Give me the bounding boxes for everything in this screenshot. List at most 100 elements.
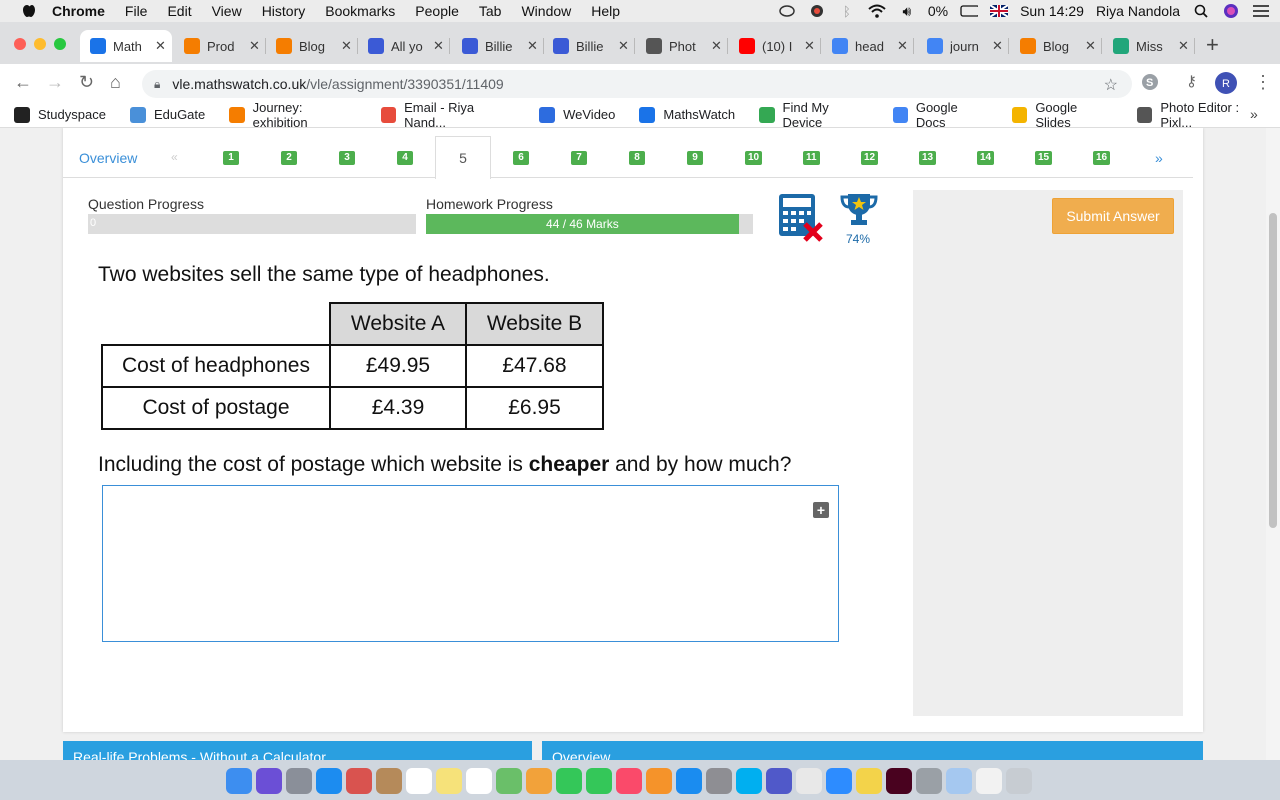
close-window-button[interactable]: [14, 38, 26, 50]
uk-flag-icon[interactable]: [990, 4, 1009, 18]
siri-icon[interactable]: [1222, 4, 1240, 18]
question-number-button[interactable]: 3: [339, 151, 355, 165]
photos-dock-icon[interactable]: [526, 768, 552, 794]
answer-input-box[interactable]: +: [102, 485, 839, 642]
bookmark-item[interactable]: Google Slides: [1011, 100, 1113, 130]
forward-arrow-icon[interactable]: →: [46, 72, 64, 93]
profile-avatar[interactable]: R: [1215, 72, 1237, 99]
page-scrollbar[interactable]: [1266, 128, 1280, 760]
menu-window[interactable]: Window: [521, 3, 571, 19]
bookmark-star-icon[interactable]: ☆: [1104, 75, 1118, 95]
address-bar[interactable]: 🔒︎ vle.mathswatch.co.uk /vle/assignment/…: [142, 70, 1132, 98]
teams-dock-icon[interactable]: [766, 768, 792, 794]
menu-view[interactable]: View: [212, 3, 242, 19]
zoom-dock-icon[interactable]: [826, 768, 852, 794]
minimize-window-button[interactable]: [34, 38, 46, 50]
menu-app-name[interactable]: Chrome: [52, 3, 105, 19]
siri-dock-icon[interactable]: [256, 768, 282, 794]
browser-tab[interactable]: Blog ✕: [266, 30, 358, 62]
stickies-dock-icon[interactable]: [856, 768, 882, 794]
browser-tab[interactable]: Miss ✕: [1103, 30, 1195, 62]
bookmarks-overflow-icon[interactable]: »: [1250, 106, 1258, 122]
maps-dock-icon[interactable]: [496, 768, 522, 794]
trash-dock-icon[interactable]: [1006, 768, 1032, 794]
question-number-button[interactable]: 6: [513, 151, 529, 165]
topic-panel-header[interactable]: Real-life Problems - Without a Calculato…: [63, 741, 532, 760]
browser-tab[interactable]: Billie ✕: [543, 30, 635, 62]
bookmark-item[interactable]: WeVideo: [539, 106, 615, 123]
textedit-dock-icon[interactable]: [976, 768, 1002, 794]
submit-answer-button[interactable]: Submit Answer: [1052, 198, 1174, 234]
browser-tab[interactable]: All yo ✕: [358, 30, 450, 62]
tab-close-icon[interactable]: ✕: [1085, 38, 1096, 54]
question-number-button[interactable]: 12: [861, 151, 879, 165]
music-dock-icon[interactable]: [616, 768, 642, 794]
spotlight-search-icon[interactable]: [1192, 4, 1210, 18]
menu-tab[interactable]: Tab: [479, 3, 502, 19]
calendar-dock-icon[interactable]: [406, 768, 432, 794]
preview-dock-icon[interactable]: [946, 768, 972, 794]
overview-link[interactable]: Overview: [79, 150, 137, 166]
question-number-button[interactable]: 4: [397, 151, 413, 165]
messages-dock-icon[interactable]: [556, 768, 582, 794]
tab-close-icon[interactable]: ✕: [433, 38, 444, 54]
chrome-menu-icon[interactable]: ⋮: [1254, 72, 1272, 93]
indesign-dock-icon[interactable]: [886, 768, 912, 794]
tab-close-icon[interactable]: ✕: [341, 38, 352, 54]
chrome-dock-icon[interactable]: [796, 768, 822, 794]
menu-help[interactable]: Help: [591, 3, 620, 19]
home-icon[interactable]: ⌂: [110, 72, 121, 93]
facetime-dock-icon[interactable]: [586, 768, 612, 794]
notification-center-icon[interactable]: [1252, 4, 1270, 18]
tab-close-icon[interactable]: ✕: [155, 38, 166, 54]
skype-dock-icon[interactable]: [736, 768, 762, 794]
maximize-window-button[interactable]: [54, 38, 66, 50]
tab-close-icon[interactable]: ✕: [618, 38, 629, 54]
bookmark-item[interactable]: Studyspace: [14, 106, 106, 123]
prev-question-arrow[interactable]: «: [171, 150, 178, 164]
notes-dock-icon[interactable]: [436, 768, 462, 794]
lock-icon[interactable]: 🔒︎: [154, 77, 160, 92]
browser-tab[interactable]: Phot ✕: [636, 30, 728, 62]
question-number-button[interactable]: 11: [803, 151, 820, 165]
finder-dock-icon[interactable]: [226, 768, 252, 794]
wifi-icon[interactable]: [868, 4, 886, 18]
bookmark-item[interactable]: MathsWatch: [639, 106, 735, 123]
browser-tab[interactable]: Prod ✕: [174, 30, 266, 62]
launchpad-dock-icon[interactable]: [286, 768, 312, 794]
active-question-tab[interactable]: 5: [435, 136, 491, 179]
reload-icon[interactable]: ↻: [79, 72, 94, 93]
skype-extension-icon[interactable]: S: [1141, 73, 1159, 96]
app-store-dock-icon[interactable]: [676, 768, 702, 794]
browser-tab[interactable]: Billie ✕: [452, 30, 544, 62]
question-number-button[interactable]: 1: [223, 151, 239, 165]
browser-tab[interactable]: journ ✕: [917, 30, 1009, 62]
browser-tab[interactable]: head ✕: [822, 30, 914, 62]
clock[interactable]: Sun 14:29: [1020, 3, 1084, 19]
back-arrow-icon[interactable]: ←: [14, 72, 32, 93]
menu-history[interactable]: History: [262, 3, 306, 19]
new-tab-button[interactable]: +: [1206, 32, 1219, 58]
key-icon[interactable]: ⚷: [1186, 72, 1197, 90]
menu-edit[interactable]: Edit: [167, 3, 191, 19]
bookmark-item[interactable]: Google Docs: [892, 100, 988, 130]
tab-close-icon[interactable]: ✕: [249, 38, 260, 54]
overview-panel-header[interactable]: Overview: [542, 741, 1203, 760]
bookmark-item[interactable]: Find My Device: [759, 100, 868, 130]
volume-icon[interactable]: 🔊︎: [898, 3, 916, 19]
user-name[interactable]: Riya Nandola: [1096, 3, 1180, 19]
bookmark-item[interactable]: Journey: exhibition: [229, 100, 356, 130]
apple-icon[interactable]: [20, 2, 38, 20]
expand-plus-icon[interactable]: +: [813, 502, 829, 518]
question-number-button[interactable]: 15: [1035, 151, 1053, 165]
browser-tab[interactable]: (10) I ✕: [729, 30, 821, 62]
photo-booth-dock-icon[interactable]: [346, 768, 372, 794]
menu-file[interactable]: File: [125, 3, 148, 19]
bluetooth-icon[interactable]: ᛒ: [838, 4, 856, 19]
question-number-button[interactable]: 14: [977, 151, 995, 165]
reminders-dock-icon[interactable]: [466, 768, 492, 794]
screenshot-dock-icon[interactable]: [916, 768, 942, 794]
bookmark-item[interactable]: EduGate: [129, 106, 205, 123]
question-number-button[interactable]: 2: [281, 151, 297, 165]
safari-dock-icon[interactable]: [316, 768, 342, 794]
